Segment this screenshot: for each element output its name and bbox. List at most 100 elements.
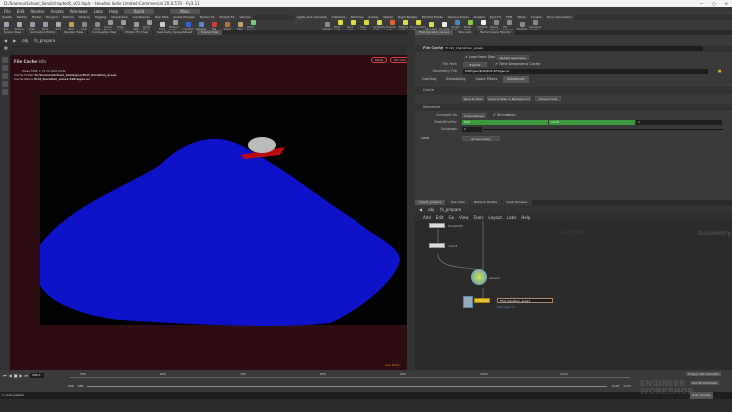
path-fs-prepare[interactable]: fs_prepare [440, 207, 461, 212]
network-menu-item[interactable]: Tools [474, 215, 484, 220]
move-tool-icon[interactable] [2, 65, 8, 71]
path-obj[interactable]: obj [22, 38, 28, 43]
tool-icon [441, 21, 447, 27]
jump-start-button[interactable]: ⏮ [3, 373, 7, 378]
load-section[interactable]: Load [421, 135, 429, 142]
node-solver1[interactable] [471, 269, 487, 285]
stop-button[interactable]: ■ [14, 373, 18, 378]
tool-icon [3, 21, 9, 27]
range-start[interactable]: 568 [68, 384, 74, 388]
persp-menu[interactable]: Persp [371, 57, 388, 63]
time-dependent-checkbox[interactable]: ✔ Time Dependent Cache [495, 61, 540, 68]
rotate-tool-icon[interactable] [2, 73, 8, 79]
viewport-left-toolbar [0, 55, 10, 370]
network-editor[interactable]: Indie Edition Geometry timeshift1 color3… [415, 221, 732, 370]
maximize-button[interactable]: ◻ [712, 0, 715, 7]
cache-section[interactable]: Cache [415, 87, 732, 94]
save-to-disk-button[interactable]: Save to Disk [462, 96, 484, 101]
network-menu-item[interactable]: Help [521, 215, 530, 220]
path-obj[interactable]: obj [428, 207, 434, 212]
evaluate-select[interactable]: Frame Range [462, 113, 486, 118]
node-color3[interactable] [429, 243, 445, 248]
desktop-select[interactable]: Build [124, 8, 155, 14]
tool-icon [376, 20, 382, 25]
scale-tool-icon[interactable] [2, 81, 8, 87]
folder-icon[interactable]: ■ [718, 68, 721, 75]
node-first-iteration-area1[interactable] [474, 298, 490, 303]
forward-icon[interactable]: ▶ [13, 38, 16, 43]
menu-assets[interactable]: Assets [51, 9, 64, 14]
back-icon[interactable]: ◀ [4, 38, 7, 43]
simulation-checkbox[interactable]: ✔ Simulation [493, 112, 516, 119]
tool-icon [16, 21, 22, 27]
menu-labs[interactable]: Labs [94, 9, 103, 14]
save-background-button[interactable]: Save to Disk in Background [487, 96, 531, 101]
sequence-section[interactable]: Sequence [415, 104, 732, 111]
reload-geometry-button[interactable]: Reload Geometry [497, 55, 529, 60]
tab-scheduling[interactable]: Scheduling [442, 76, 470, 83]
end-frame-field[interactable]: 1128 [549, 120, 635, 125]
node-name-field[interactable]: first_iteration_area1 [443, 46, 703, 51]
minimize-button[interactable]: — [699, 0, 703, 7]
jump-end-button[interactable]: ⏭ [25, 373, 29, 378]
network-menu-item[interactable]: View [459, 215, 469, 220]
tool-icon [350, 20, 356, 25]
tab-advanced[interactable]: Advanced [503, 76, 529, 83]
tool-icon [506, 20, 512, 25]
range-end[interactable]: 1128 [623, 384, 631, 388]
network-menu-item[interactable]: Labs [507, 215, 516, 220]
title-bar: D:/SnomonSchool_Sand/chapter8_v01.hiplc … [0, 0, 732, 7]
substeps-field[interactable]: 1 [462, 127, 482, 132]
sand-geometry [40, 137, 400, 327]
step-back-button[interactable]: ◀ [9, 373, 12, 378]
network-menu-item[interactable]: Edit [436, 215, 444, 220]
node-rename-field[interactable]: first_iteration_area1 [497, 298, 553, 303]
menu-edit[interactable]: Edit [17, 9, 25, 14]
close-button[interactable]: ✕ [725, 0, 728, 7]
start-frame-field[interactable]: 600 [462, 120, 548, 125]
path-fs-prepare[interactable]: fs_prepare [34, 38, 55, 43]
cache-name-label: Cache Name [14, 77, 34, 81]
middle-toolbar [407, 30, 415, 370]
network-menu-item[interactable]: Go [449, 215, 455, 220]
range-slider[interactable] [87, 385, 608, 387]
timeline-tick: 800 [320, 372, 326, 376]
playback-start[interactable]: 568 [78, 384, 84, 388]
tool-icon [211, 21, 217, 27]
timeline-ruler[interactable]: 500 600 700 800 900 1000 1100 [70, 372, 630, 378]
timeline: ⏮ ◀ ■ ▶ ⏭ 590.1 500 600 700 800 900 1000 1100 568 5… [0, 370, 732, 392]
menu-windows[interactable]: Windows [70, 9, 88, 14]
tool-icon [68, 21, 74, 27]
cancel-cook-button[interactable]: Cancel Cook [535, 96, 561, 101]
playback-end[interactable]: 1128 [611, 384, 619, 388]
substeps-slider[interactable] [483, 129, 723, 130]
keys-display: 0 keys, 0/0 channels [686, 372, 721, 376]
select-tool-icon[interactable] [2, 57, 8, 63]
current-frame-field[interactable]: 590.1 [30, 373, 45, 378]
load-from-disk-checkbox[interactable]: ✔ Load from Disk [465, 54, 495, 61]
menu-help[interactable]: Help [109, 9, 118, 14]
tab-caching[interactable]: Caching [418, 76, 441, 83]
network-menu-item[interactable]: Layout [488, 215, 502, 220]
network-menu-item[interactable]: Add [423, 215, 431, 220]
tool-icon [94, 21, 100, 27]
range-label: Start/End/Inc [434, 120, 457, 124]
grid-icon[interactable]: ▦ [4, 45, 8, 50]
tab-spare-filters[interactable]: Spare Filters [471, 76, 502, 83]
load-select[interactable]: All Geometry [462, 136, 500, 141]
back-icon[interactable]: ◀ [419, 207, 422, 212]
handle-tool-icon[interactable] [2, 89, 8, 95]
inc-field[interactable]: 1 [636, 120, 722, 125]
info-node-type: File Cache [14, 59, 38, 64]
timeline-tick: 1000 [480, 372, 488, 376]
cache-display-icon [463, 296, 473, 308]
timeline-tick: 500 [80, 372, 86, 376]
node-timeshift1[interactable] [429, 223, 445, 228]
menu-render[interactable]: Render [30, 9, 44, 14]
menu-bar: File Edit Render Assets Windows Labs Help Buil… [0, 7, 732, 15]
file-path-select[interactable]: Explicit [463, 62, 487, 67]
play-button[interactable]: ▶ [19, 373, 22, 378]
geometry-file-field[interactable]: $HIP/geo/$OS/$OS.$F.bgeo.sc [463, 69, 708, 74]
desktop-main-select[interactable]: Main [170, 8, 200, 14]
menu-file[interactable]: File [4, 9, 11, 14]
